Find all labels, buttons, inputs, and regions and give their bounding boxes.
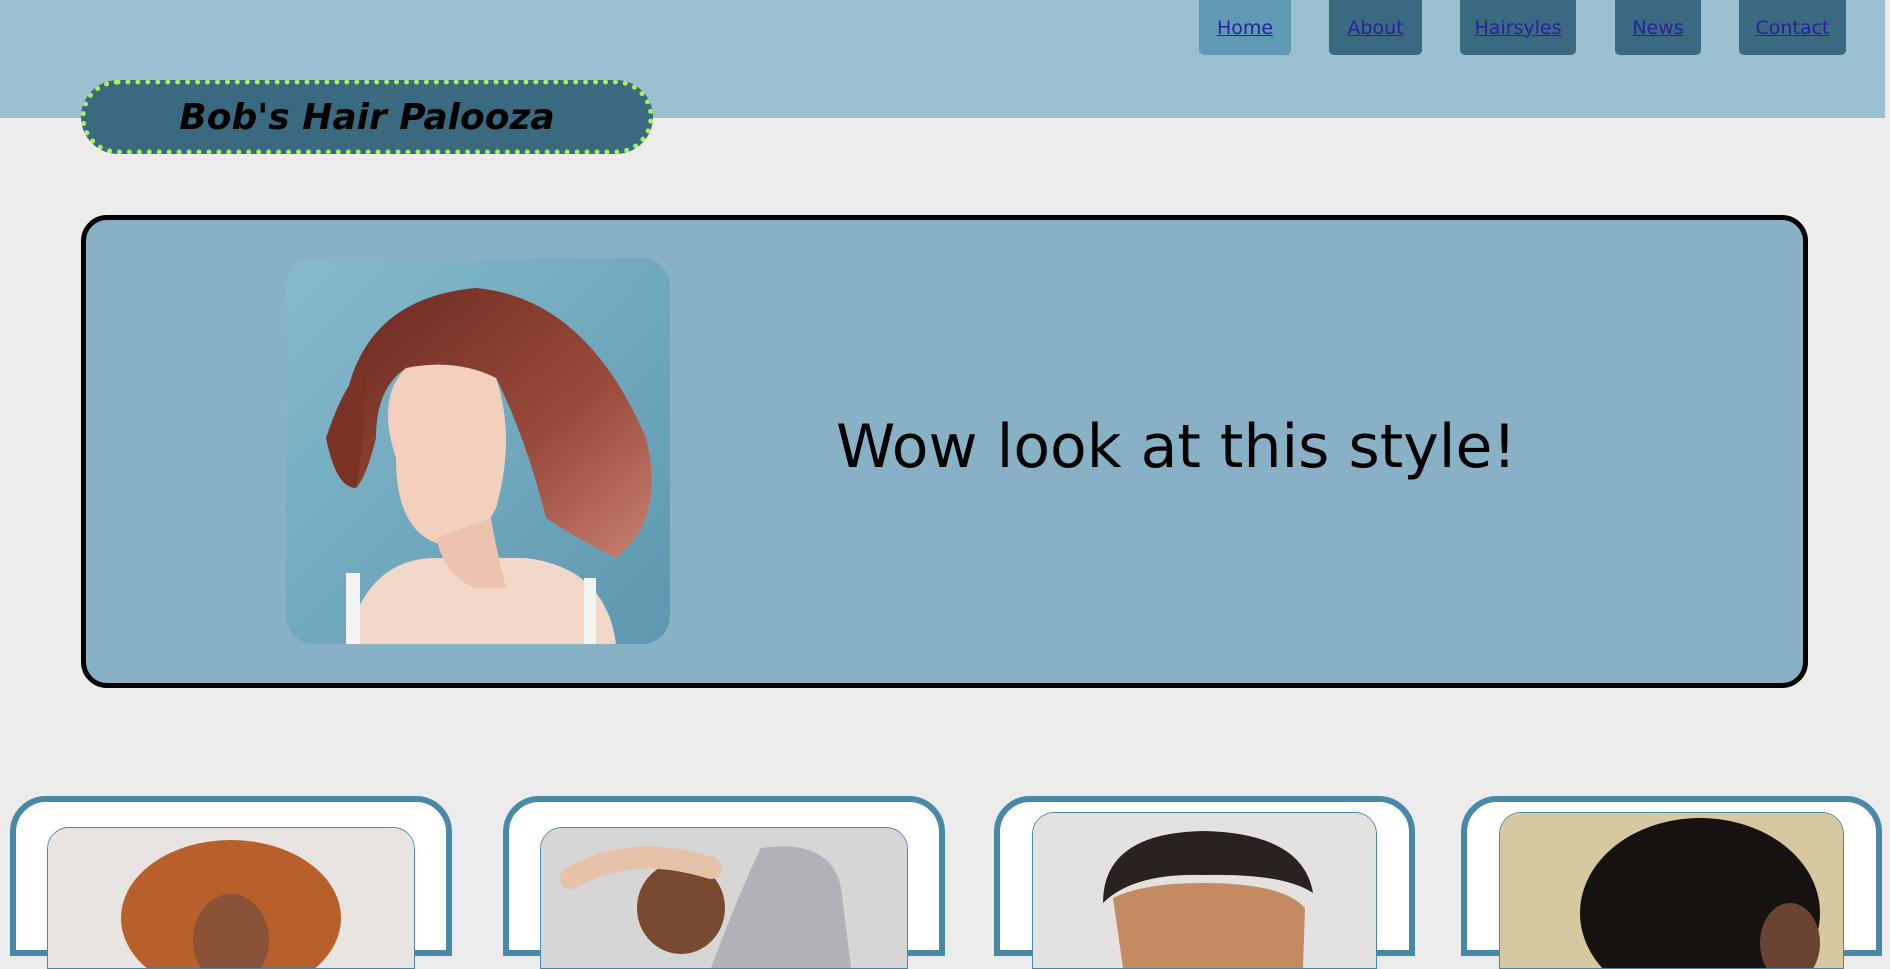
hero-caption: Wow look at this style! (836, 412, 1517, 482)
nav-home-link[interactable]: Home (1199, 0, 1291, 55)
nav-news-link[interactable]: News (1615, 0, 1701, 55)
hero-image (286, 258, 670, 644)
hero-banner: Wow look at this style! (81, 215, 1808, 688)
site-title: Bob's Hair Palooza (179, 96, 555, 138)
style-card-1[interactable] (10, 796, 452, 969)
style-card-4[interactable] (1461, 796, 1882, 969)
nav-contact-link[interactable]: Contact (1739, 0, 1846, 55)
nav-about-link[interactable]: About (1329, 0, 1422, 55)
style-card-3[interactable] (994, 796, 1415, 969)
nav-hairstyles-link[interactable]: Hairsyles (1460, 0, 1576, 55)
style-card-2-photo (540, 827, 908, 969)
style-card-3-photo (1032, 812, 1377, 969)
style-card-4-photo (1499, 812, 1844, 969)
style-card-1-photo (47, 827, 415, 969)
style-card-2[interactable] (503, 796, 945, 969)
site-logo[interactable]: Bob's Hair Palooza (81, 80, 653, 154)
